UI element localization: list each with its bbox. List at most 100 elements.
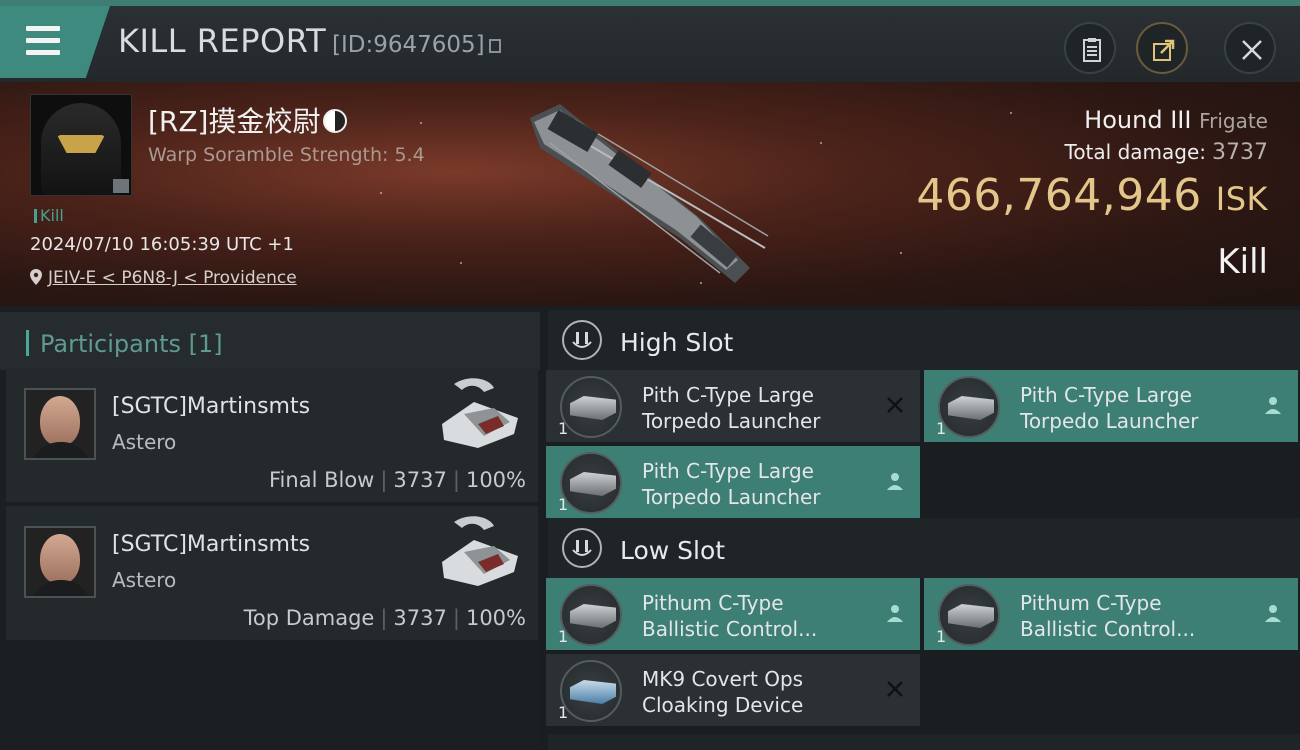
participant-role: Final Blow	[269, 468, 375, 492]
copy-icon[interactable]	[488, 38, 501, 53]
module-icon	[938, 376, 1000, 438]
participant-percent: 100%	[465, 468, 526, 492]
participant-ship: Astero	[112, 430, 177, 454]
victim-portrait[interactable]	[30, 94, 132, 196]
participant-row[interactable]: [SGTC]Martinsmts Astero Final Blow | 3737 |…	[6, 368, 538, 502]
participant-damage: 3737	[393, 606, 447, 630]
victim-ship-name[interactable]: Hound III Frigate	[1084, 106, 1268, 134]
kill-location[interactable]: JEIV-E < P6N8-J < Providence	[30, 268, 297, 288]
kill-result: Kill	[1217, 242, 1268, 282]
participant-name: [SGTC]Martinsmts	[112, 394, 311, 419]
participant-role: Top Damage	[243, 606, 375, 630]
menu-button[interactable]	[0, 6, 110, 78]
module-name: Pith C-Type Large Torpedo Launcher	[642, 458, 882, 510]
module-item[interactable]: 1 Pithum C-Type Ballistic Control...	[546, 578, 920, 650]
module-name-line2: Ballistic Control...	[642, 617, 818, 641]
module-name-line2: Torpedo Launcher	[1020, 409, 1199, 433]
module-name-line1: Pith C-Type Large	[642, 383, 814, 407]
module-quantity: 1	[936, 419, 947, 438]
victim-name[interactable]: [RZ]摸金校尉	[148, 100, 347, 140]
module-name-line2: Ballistic Control...	[1020, 617, 1196, 641]
module-name-line1: Pithum C-Type	[1020, 591, 1162, 615]
participants-accent	[26, 330, 29, 356]
participant-avatar[interactable]	[24, 526, 96, 598]
report-id: [ID:9647605]	[332, 32, 501, 58]
module-name: MK9 Covert Ops Cloaking Device	[642, 666, 882, 718]
module-name-line2: Torpedo Launcher	[642, 485, 821, 509]
module-item[interactable]: 1 Pith C-Type Large Torpedo Launcher	[546, 446, 920, 518]
participant-name: [SGTC]Martinsmts	[112, 532, 311, 557]
module-name: Pithum C-Type Ballistic Control...	[1020, 590, 1260, 642]
participants-title: Participants [1]	[40, 330, 223, 358]
module-icon	[560, 376, 622, 438]
high-slot-header: High Slot	[548, 310, 1300, 370]
dropped-person-icon	[1265, 397, 1281, 414]
participant-percent: 100%	[465, 606, 526, 630]
menu-icon-bar	[26, 38, 60, 43]
participants-panel: Participants [1] [SGTC]Martinsmts Astero…	[0, 306, 540, 750]
avatar-coat	[30, 580, 92, 596]
next-slot-header	[548, 734, 1300, 750]
participant-avatar[interactable]	[24, 388, 96, 460]
report-id-text: [ID:9647605]	[332, 32, 485, 58]
isk-value: 466,764,946 ISK	[916, 170, 1268, 221]
module-icon	[560, 584, 622, 646]
module-quantity: 1	[558, 703, 569, 722]
participant-damage: 3737	[393, 468, 447, 492]
module-name-line1: Pith C-Type Large	[642, 459, 814, 483]
low-slot-icon	[562, 528, 602, 568]
participant-row[interactable]: [SGTC]Martinsmts Astero Top Damage | 3737 |…	[6, 506, 538, 640]
ship-name-text: Hound III	[1084, 106, 1192, 134]
fitting-panel: High Slot 1 Pith C-Type Large Torpedo Lau…	[540, 306, 1300, 750]
module-quantity: 1	[558, 495, 569, 514]
menu-icon-bar	[26, 50, 60, 55]
module-name-line2: Cloaking Device	[642, 693, 804, 717]
dropped-person-icon	[887, 473, 903, 490]
module-name-line1: Pith C-Type Large	[1020, 383, 1192, 407]
module-quantity: 1	[558, 627, 569, 646]
location-pin-icon	[30, 269, 42, 285]
warp-scramble-strength: Warp Soramble Strength: 5.4	[148, 144, 425, 166]
high-slot-label: High Slot	[620, 328, 734, 357]
avatar-face	[40, 534, 80, 584]
victim-ship-image	[530, 104, 769, 283]
module-item[interactable]: 1 Pith C-Type Large Torpedo Launcher	[546, 370, 920, 442]
low-slot-header: Low Slot	[548, 518, 1300, 578]
module-name-line1: MK9 Covert Ops	[642, 667, 804, 691]
module-item[interactable]: 1 MK9 Covert Ops Cloaking Device	[546, 654, 920, 726]
module-quantity: 1	[936, 627, 947, 646]
location-link[interactable]: JEIV-E < P6N8-J < Providence	[48, 268, 297, 288]
top-bar: KILL REPORT [ID:9647605]	[0, 0, 1300, 82]
kill-tag-mark	[34, 209, 37, 223]
kill-datetime: 2024/07/10 16:05:39 UTC +1	[30, 234, 294, 255]
module-icon	[560, 660, 622, 722]
participant-ship-image	[442, 378, 518, 448]
total-damage-value: 3737	[1212, 140, 1268, 165]
ship-class: Frigate	[1199, 109, 1268, 133]
clipboard-icon	[1083, 38, 1101, 62]
clipboard-button[interactable]	[1064, 22, 1116, 74]
destroyed-icon	[887, 397, 903, 413]
menu-icon	[26, 26, 60, 31]
isk-amount: 466,764,946	[916, 170, 1202, 221]
portrait-menu-icon[interactable]	[113, 179, 129, 193]
module-item[interactable]: 1 Pith C-Type Large Torpedo Launcher	[924, 370, 1298, 442]
destroyed-icon	[887, 681, 903, 697]
participant-stats: Top Damage | 3737 | 100%	[243, 606, 526, 630]
share-button[interactable]	[1136, 22, 1188, 74]
close-button[interactable]	[1224, 22, 1276, 74]
total-damage: Total damage: 3737	[1065, 140, 1269, 165]
module-name: Pith C-Type Large Torpedo Launcher	[1020, 382, 1260, 434]
isk-unit: ISK	[1215, 180, 1268, 218]
dropped-person-icon	[887, 605, 903, 622]
page-title: KILL REPORT	[118, 22, 327, 60]
victim-banner: [RZ]摸金校尉 Warp Soramble Strength: 5.4 Kil…	[0, 82, 1300, 306]
participants-header: Participants [1]	[0, 312, 540, 370]
low-slot-label: Low Slot	[620, 536, 726, 565]
module-quantity: 1	[558, 419, 569, 438]
victim-name-text: [RZ]摸金校尉	[148, 105, 321, 138]
dropped-person-icon	[1265, 605, 1281, 622]
module-item[interactable]: 1 Pithum C-Type Ballistic Control...	[924, 578, 1298, 650]
module-icon	[560, 452, 622, 514]
avatar-coat	[30, 442, 92, 458]
